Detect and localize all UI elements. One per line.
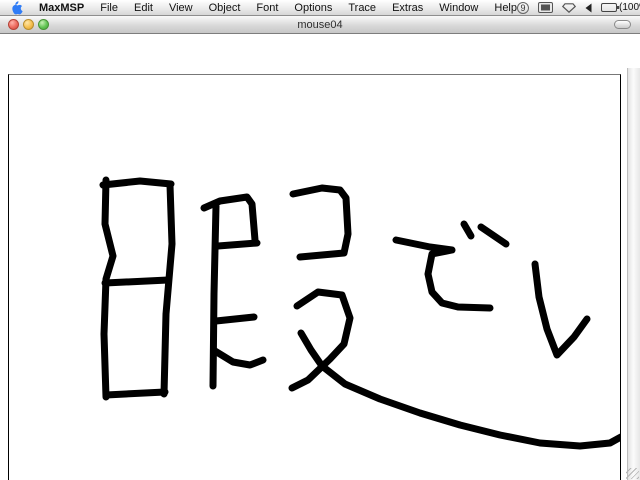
pen-stroke [101, 276, 172, 287]
menu-item-window[interactable]: Window [439, 2, 478, 14]
menu-item-extras[interactable]: Extras [392, 2, 423, 14]
pen-stroke [99, 177, 175, 189]
pen-stroke [160, 181, 176, 398]
pen-stroke [200, 193, 259, 244]
pen-stroke [460, 220, 475, 240]
pen-stroke [531, 260, 591, 359]
window-title-bar[interactable]: mouse04 [0, 16, 640, 34]
menu-item-object[interactable]: Object [209, 2, 241, 14]
pen-stroke [392, 236, 494, 312]
zoom-button[interactable] [38, 19, 49, 30]
menu-item-font[interactable]: Font [256, 2, 278, 14]
classic-environment-icon[interactable]: 9 [517, 1, 529, 14]
menu-item-maxmsp[interactable]: MaxMSP [39, 2, 84, 14]
pen-stroke [214, 239, 261, 250]
menu-item-help[interactable]: Help [494, 2, 517, 14]
drawing-canvas[interactable] [8, 74, 621, 480]
patcher-window-content [0, 34, 640, 480]
displays-icon[interactable] [538, 2, 553, 13]
pen-stroke [100, 176, 117, 401]
pen-stroke [477, 223, 510, 248]
pen-stroke [212, 313, 258, 325]
drawing-strokes [99, 176, 620, 450]
battery-icon [601, 3, 619, 12]
pen-stroke [289, 184, 352, 261]
minimize-button[interactable] [23, 19, 34, 30]
toolbar-toggle-button[interactable] [614, 20, 631, 29]
volume-icon[interactable] [585, 3, 592, 13]
menu-items: File Edit View Object Font Options Trace Extras… [100, 2, 517, 14]
vertical-scrollbar[interactable] [627, 68, 640, 480]
menu-item-options[interactable]: Options [294, 2, 332, 14]
window-title: mouse04 [297, 18, 343, 31]
menu-item-file[interactable]: File [100, 2, 118, 14]
pen-stroke [209, 202, 220, 390]
diamond-icon[interactable] [562, 2, 576, 13]
menu-item-edit[interactable]: Edit [134, 2, 153, 14]
pen-stroke [211, 347, 267, 369]
pen-stroke [288, 288, 354, 392]
menu-item-view[interactable]: View [169, 2, 193, 14]
close-button[interactable] [8, 19, 19, 30]
apple-menu-icon[interactable] [10, 0, 23, 15]
pen-stroke [102, 388, 169, 399]
resize-grip[interactable] [626, 468, 639, 479]
battery-label: (100%) [619, 2, 640, 13]
menu-item-trace[interactable]: Trace [348, 2, 376, 14]
pen-stroke [297, 329, 620, 450]
menu-bar: MaxMSP File Edit View Object Font Options Trac… [0, 0, 640, 16]
battery-indicator[interactable]: (100%) [601, 2, 640, 13]
